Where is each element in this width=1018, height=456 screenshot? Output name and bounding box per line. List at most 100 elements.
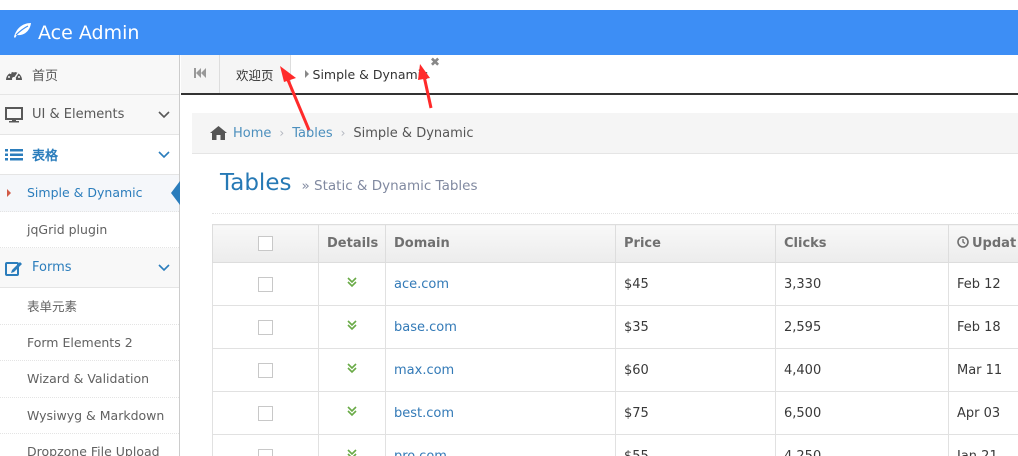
sidebar-subitem-form-elements[interactable]: 表单元素 <box>0 288 179 325</box>
row-update-cell: Jan 21 <box>948 434 1018 456</box>
double-angle-down-icon[interactable] <box>346 319 358 335</box>
home-icon <box>210 126 227 140</box>
row-select-cell <box>212 348 319 392</box>
chevron-down-icon <box>149 150 179 159</box>
sidebar-item-home[interactable]: 首页 <box>0 55 179 95</box>
table-row[interactable]: pro.com $55 4,250 Jan 21 <box>212 434 1018 456</box>
sidebar-item-forms[interactable]: Forms <box>0 248 179 288</box>
annotation-arrow-welcome-tab <box>280 66 311 131</box>
sidebar-subitem-dropzone[interactable]: Dropzone File Upload <box>0 434 179 456</box>
tables-submenu: Simple & Dynamic jqGrid plugin <box>0 175 180 248</box>
column-header-clicks[interactable]: Clicks <box>775 224 949 263</box>
row-price-cell: $75 <box>615 391 776 435</box>
table-row[interactable]: max.com $60 4,400 Mar 11 <box>212 348 1018 392</box>
row-details-cell <box>318 391 386 435</box>
double-angle-down-icon[interactable] <box>346 276 358 292</box>
row-price-cell: $55 <box>615 434 776 456</box>
double-angle-down-icon[interactable] <box>346 405 358 421</box>
row-select-cell <box>212 305 319 349</box>
row-details-cell <box>318 262 386 306</box>
column-header-domain[interactable]: Domain <box>385 224 616 263</box>
row-domain-cell: max.com <box>385 348 616 392</box>
sidebar-item-ui-elements[interactable]: UI & Elements <box>0 95 179 135</box>
row-select-cell <box>212 391 319 435</box>
row-domain-cell: best.com <box>385 391 616 435</box>
sidebar-subitem-label: jqGrid plugin <box>27 221 108 237</box>
column-header-price[interactable]: Price <box>615 224 776 263</box>
select-all-checkbox[interactable] <box>258 236 273 251</box>
row-select-cell <box>212 262 319 306</box>
row-clicks-cell: 2,595 <box>775 305 949 349</box>
tab-label: Simple & Dynamic <box>312 66 429 82</box>
table-row[interactable]: ace.com $45 3,330 Feb 12 <box>212 262 1018 306</box>
sidebar-subitem-label: 表单元素 <box>27 299 78 315</box>
row-update-cell: Apr 03 <box>948 391 1018 435</box>
double-angle-down-icon[interactable] <box>346 448 358 456</box>
row-checkbox[interactable] <box>258 319 273 335</box>
window-top-strip <box>0 0 1018 10</box>
desktop-icon <box>0 106 28 123</box>
tab-scroll-first-button[interactable] <box>181 55 220 93</box>
row-details-cell <box>318 305 386 349</box>
sidebar-item-label: Forms <box>32 260 72 275</box>
domain-link[interactable]: best.com <box>394 406 454 421</box>
active-caret-icon <box>7 189 11 197</box>
domain-link[interactable]: base.com <box>394 320 457 335</box>
forms-submenu: 表单元素 Form Elements 2 Wizard & Validation… <box>0 288 179 456</box>
brand[interactable]: Ace Admin <box>12 21 139 44</box>
active-pointer <box>171 181 180 205</box>
table-row[interactable]: base.com $35 2,595 Feb 18 <box>212 305 1018 349</box>
row-update-cell: Feb 12 <box>948 262 1018 306</box>
row-clicks-cell: 3,330 <box>775 262 949 306</box>
sidebar: 首页 UI & Elements 表格 Simple & Dynamic jqG… <box>0 55 180 456</box>
brand-title: Ace Admin <box>38 21 140 44</box>
row-update-cell: Mar 11 <box>948 348 1018 392</box>
sidebar-item-label: 表格 <box>32 149 59 164</box>
column-header-details[interactable]: Details <box>318 224 386 263</box>
chevron-down-icon <box>149 110 179 119</box>
page-header: Tables » Static & Dynamic Tables <box>212 168 1018 214</box>
sidebar-subitem-label: Dropzone File Upload <box>27 444 160 456</box>
table-row[interactable]: best.com $75 6,500 Apr 03 <box>212 391 1018 435</box>
breadcrumb-current: Simple & Dynamic <box>353 125 474 141</box>
row-clicks-cell: 6,500 <box>775 391 949 435</box>
row-price-cell: $35 <box>615 305 776 349</box>
sidebar-item-tables[interactable]: 表格 <box>0 135 179 175</box>
row-details-cell <box>318 434 386 456</box>
sidebar-subitem-wizard[interactable]: Wizard & Validation <box>0 361 179 398</box>
row-select-cell <box>212 434 319 456</box>
breadcrumb-home-link[interactable]: Home <box>233 126 271 141</box>
column-header-update-label: Updat <box>972 235 1017 251</box>
page-subtitle: » Static & Dynamic Tables <box>301 178 478 194</box>
tab-label: 欢迎页 <box>236 67 274 83</box>
column-header-update[interactable]: Updat <box>948 224 1018 263</box>
row-price-cell: $60 <box>615 348 776 392</box>
row-domain-cell: base.com <box>385 305 616 349</box>
sidebar-subitem-wysiwyg[interactable]: Wysiwyg & Markdown <box>0 397 179 434</box>
domain-link[interactable]: max.com <box>394 363 454 378</box>
domain-link[interactable]: pro.com <box>394 449 447 456</box>
annotation-arrow-close-tab <box>418 64 433 109</box>
sidebar-item-label: 首页 <box>32 69 59 84</box>
sidebar-item-label: UI & Elements <box>32 107 125 122</box>
sidebar-subitem-jqgrid[interactable]: jqGrid plugin <box>0 212 179 248</box>
sidebar-subitem-label: Wysiwyg & Markdown <box>27 407 165 423</box>
double-angle-down-icon[interactable] <box>346 362 358 378</box>
list-icon <box>0 148 28 162</box>
chevron-right-icon: › <box>340 126 346 140</box>
sidebar-subitem-label: Form Elements 2 <box>27 334 133 350</box>
table-header-row: Details Domain Price Clicks Updat <box>212 224 1018 263</box>
dashboard-icon <box>0 67 28 83</box>
row-clicks-cell: 4,250 <box>775 434 949 456</box>
row-checkbox[interactable] <box>258 405 273 421</box>
row-checkbox[interactable] <box>258 448 273 456</box>
row-checkbox[interactable] <box>258 276 273 292</box>
domain-link[interactable]: ace.com <box>394 277 449 292</box>
sidebar-subitem-label: Simple & Dynamic <box>27 185 143 201</box>
sidebar-subitem-form-elements-2[interactable]: Form Elements 2 <box>0 324 179 361</box>
sidebar-subitem-simple-dynamic[interactable]: Simple & Dynamic <box>0 175 180 212</box>
skip-backward-icon <box>194 67 206 82</box>
row-checkbox[interactable] <box>258 362 273 378</box>
row-domain-cell: pro.com <box>385 434 616 456</box>
row-clicks-cell: 4,400 <box>775 348 949 392</box>
